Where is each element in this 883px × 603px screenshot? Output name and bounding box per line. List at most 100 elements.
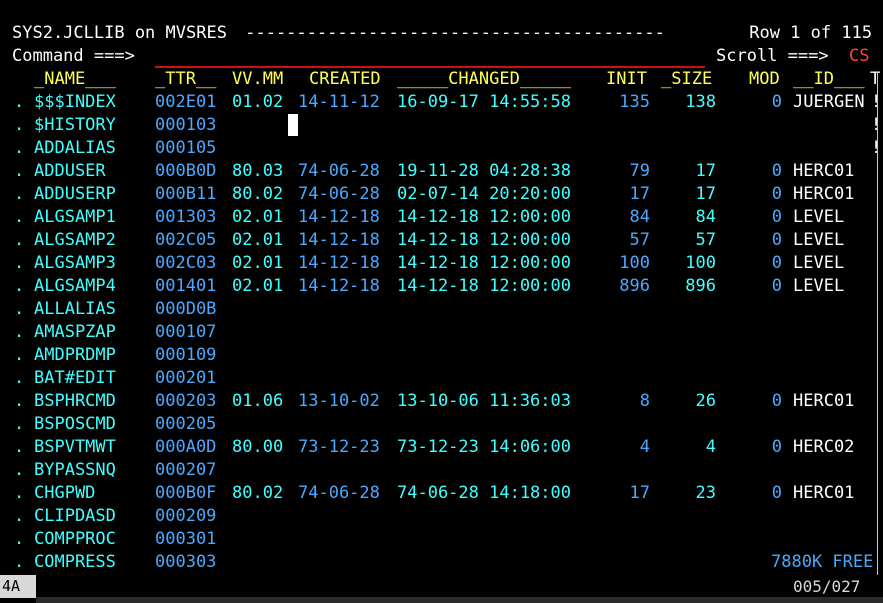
table-row[interactable]: . COMPRESS 000303	[0, 551, 883, 574]
member-id: LEVEL	[793, 253, 845, 273]
member-name[interactable]: BAT#EDIT	[34, 367, 116, 390]
row-select[interactable]: .	[14, 206, 24, 229]
member-name[interactable]: BSPVTMWT	[34, 436, 116, 459]
member-name[interactable]: ADDUSER	[34, 160, 106, 183]
member-name[interactable]: AMDPRDMP	[34, 344, 116, 367]
row-select[interactable]: .	[14, 367, 24, 390]
member-created: 74-06-28	[298, 161, 380, 181]
member-ttr: 000303	[155, 552, 217, 572]
table-row[interactable]: . BYPASSNQ 000207	[0, 459, 883, 482]
row-select[interactable]: .	[14, 91, 24, 114]
member-name[interactable]: BYPASSNQ	[34, 459, 116, 482]
row-select[interactable]: .	[14, 344, 24, 367]
table-row[interactable]: . BAT#EDIT 000201	[0, 367, 883, 390]
table-row[interactable]: . COMPPROC 000301	[0, 528, 883, 551]
row-select[interactable]: .	[14, 160, 24, 183]
member-created: 14-11-12	[298, 92, 380, 112]
member-version: 80.00	[232, 437, 284, 457]
member-name[interactable]: $$$INDEX	[34, 91, 116, 114]
table-row[interactable]: . ALGSAMP1 001303 02.01 14-12-18 14-12-18 12:…	[0, 206, 883, 229]
table-row[interactable]: .ADDALIAS000105!	[0, 137, 883, 160]
member-size: 17	[695, 161, 716, 181]
table-row[interactable]: . BSPOSCMD 000205	[0, 413, 883, 436]
member-name[interactable]: ALGSAMP3	[34, 252, 116, 275]
member-created: 14-12-18	[298, 276, 380, 296]
member-name[interactable]: ADDALIAS	[34, 137, 116, 160]
member-changed: 14-12-18 12:00:00	[397, 276, 571, 296]
table-row[interactable]: . ALGSAMP4 001401 02.01 14-12-18 14-12-18 12:…	[0, 275, 883, 298]
row-select[interactable]: .	[14, 390, 24, 413]
row-select[interactable]: .	[14, 505, 24, 528]
member-id: JUERGEN	[793, 92, 865, 112]
table-row[interactable]: . CLIPDASD 000209	[0, 505, 883, 528]
member-init: 4	[639, 437, 650, 457]
member-id: LEVEL	[793, 207, 845, 227]
row-select[interactable]: .	[14, 321, 24, 344]
col-size: _SIZE	[661, 69, 713, 89]
member-name[interactable]: ALGSAMP2	[34, 229, 116, 252]
col-vvmm: VV.MM	[232, 69, 284, 89]
member-changed: 14-12-18 12:00:00	[397, 230, 571, 250]
window-edge	[877, 72, 878, 577]
table-row[interactable]: . AMASPZAP 000107	[0, 321, 883, 344]
row-select[interactable]: .	[14, 137, 24, 160]
member-ttr: 000301	[155, 529, 217, 549]
table-row[interactable]: . BSPHRCMD 000203 01.06 13-10-02 13-10-06 11:…	[0, 390, 883, 413]
member-name[interactable]: ALGSAMP4	[34, 275, 116, 298]
table-row[interactable]: . BSPVTMWT 000A0D 80.00 73-12-23 73-12-23 14:…	[0, 436, 883, 459]
command-label: Command ===>	[12, 46, 135, 66]
member-mod: 0	[771, 253, 782, 273]
member-version: 02.01	[232, 253, 284, 273]
member-size: 100	[685, 253, 716, 273]
table-row[interactable]: . ADDUSER 000B0D 80.03 74-06-28 19-11-28 04:2…	[0, 160, 883, 183]
text-cursor	[288, 114, 298, 136]
member-name[interactable]: CLIPDASD	[34, 505, 116, 528]
table-row[interactable]: . ADDUSERP 000B11 80.02 74-06-28 02-07-14 20:…	[0, 183, 883, 206]
member-name[interactable]: AMASPZAP	[34, 321, 116, 344]
table-row[interactable]: . $$$INDEX 002E01 01.02 14-11-12 16-09-17 14:…	[0, 91, 883, 114]
table-row[interactable]: . AMDPRDMP 000109	[0, 344, 883, 367]
table-row[interactable]: .$HISTORY000103!	[0, 114, 883, 137]
row-select[interactable]: .	[14, 459, 24, 482]
member-name[interactable]: CHGPWD	[34, 482, 95, 505]
member-id: LEVEL	[793, 276, 845, 296]
member-name[interactable]: ALLALIAS	[34, 298, 116, 321]
scroll-input[interactable]: CS	[849, 45, 869, 68]
row-select[interactable]: .	[14, 229, 24, 252]
row-select[interactable]: .	[14, 413, 24, 436]
member-ttr: 000D0B	[155, 299, 217, 319]
member-name[interactable]: BSPOSCMD	[34, 413, 116, 436]
table-row[interactable]: . CHGPWD 000B0F 80.02 74-06-28 74-06-28 14:18…	[0, 482, 883, 505]
col-name: _NAME___	[34, 69, 116, 89]
member-name[interactable]: BSPHRCMD	[34, 390, 116, 413]
member-changed: 14-12-18 12:00:00	[397, 253, 571, 273]
member-name[interactable]: $HISTORY	[34, 114, 116, 137]
row-select[interactable]: .	[14, 528, 24, 551]
row-select[interactable]: .	[14, 252, 24, 275]
member-created: 74-06-28	[298, 483, 380, 503]
row-select[interactable]: .	[14, 298, 24, 321]
member-ttr: 000203	[155, 391, 217, 411]
edge-marker: T	[870, 69, 881, 89]
row-select[interactable]: .	[14, 275, 24, 298]
member-id: HERC02	[793, 437, 855, 457]
member-init: 17	[629, 184, 650, 204]
member-version: 01.02	[232, 92, 284, 112]
table-row[interactable]: . ALGSAMP2 002C05 02.01 14-12-18 14-12-18 12:…	[0, 229, 883, 252]
member-name[interactable]: ADDUSERP	[34, 183, 116, 206]
member-ttr: 000B0D	[155, 161, 217, 181]
row-select[interactable]: .	[14, 436, 24, 459]
table-row[interactable]: . ALLALIAS 000D0B	[0, 298, 883, 321]
member-name[interactable]: COMPRESS	[34, 551, 116, 574]
member-size: 17	[695, 184, 716, 204]
row-select[interactable]: .	[14, 482, 24, 505]
row-select[interactable]: .	[14, 183, 24, 206]
table-row[interactable]: . ALGSAMP3 002C03 02.01 14-12-18 14-12-18 12:…	[0, 252, 883, 275]
member-name[interactable]: COMPPROC	[34, 528, 116, 551]
col-changed: _____CHANGED_____	[397, 69, 571, 89]
member-name[interactable]: ALGSAMP1	[34, 206, 116, 229]
command-input[interactable]	[155, 45, 705, 68]
member-init: 57	[629, 230, 650, 250]
row-select[interactable]: .	[14, 114, 24, 137]
terminal-screen[interactable]: SYS2.JCLLIB on MVSRES ------------------…	[0, 0, 883, 603]
